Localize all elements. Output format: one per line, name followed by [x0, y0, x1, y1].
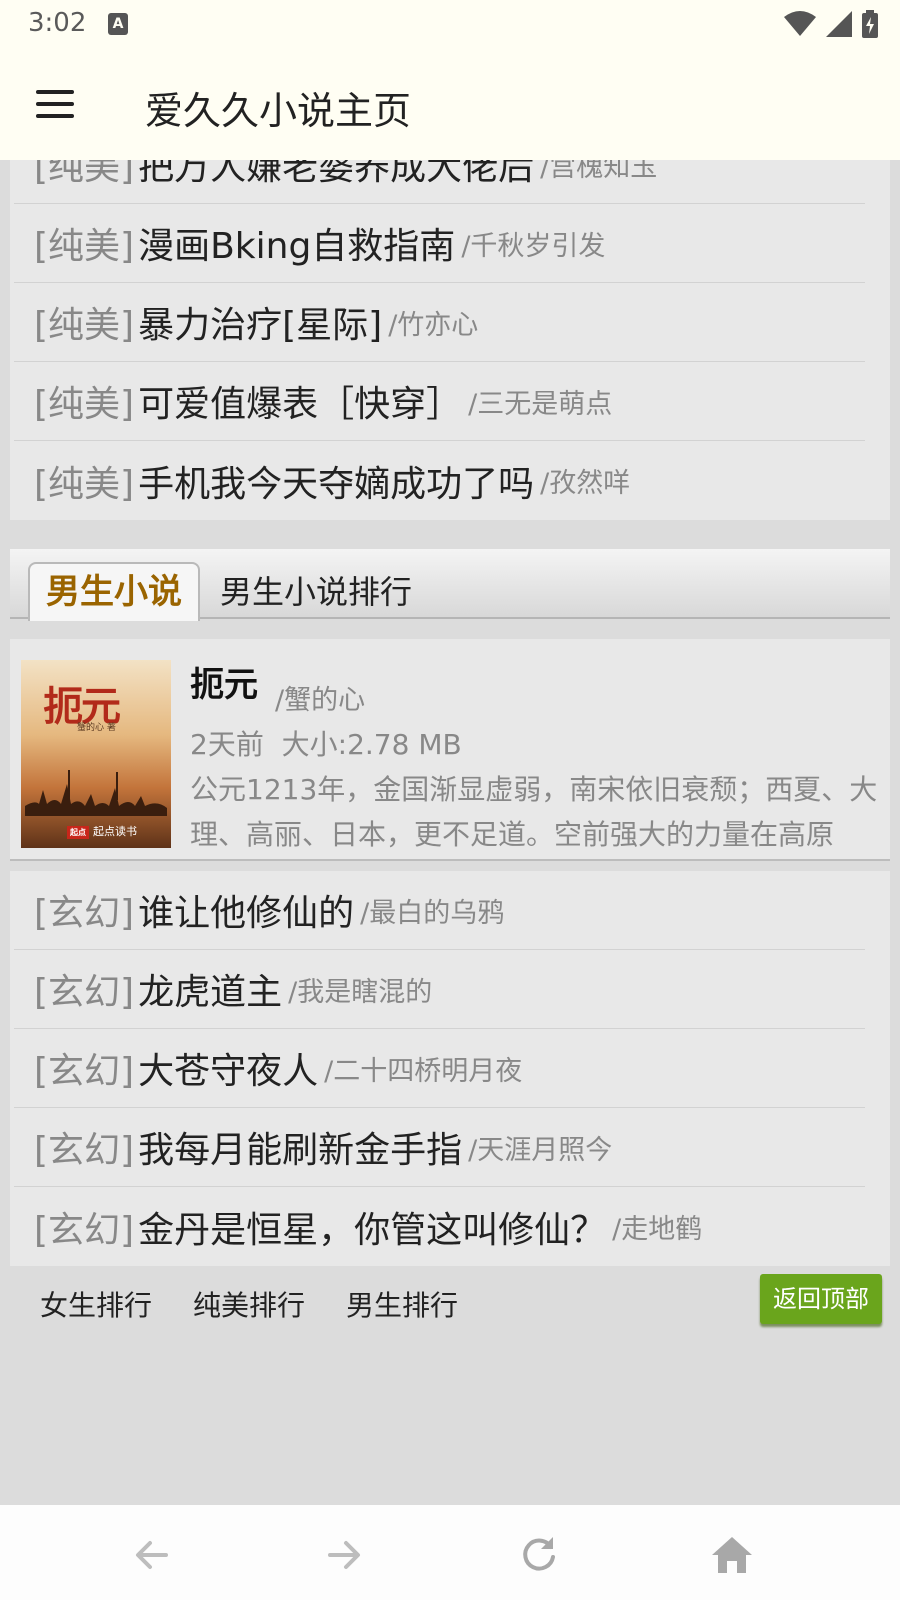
item-author: /宫槐知玉 [540, 160, 658, 183]
item-title[interactable]: 我每月能刷新金手指 [138, 1121, 462, 1173]
app-root: 3:02 A 爱久久小说主页 [纯美] 把万人嫌老婆养成大佬后 /宫槐知玉 [纯… [0, 0, 900, 1600]
item-author: /走地鹤 [612, 1214, 703, 1245]
item-title[interactable]: 金丹是恒星，你管这叫修仙？ [138, 1201, 606, 1253]
item-category: [纯美] [34, 226, 135, 267]
item-title[interactable]: 可爱值爆表［快穿］ [138, 375, 462, 427]
featured-book-description: 公元1213年，金国渐显虚弱，南宋依旧衰颓；西夏、大理、高丽、日本，更不足道。空… [190, 773, 878, 851]
item-category: [玄幻] [34, 1130, 135, 1171]
featured-book-title[interactable]: 扼元 [190, 657, 258, 706]
item-category: [纯美] [34, 160, 135, 188]
back-to-top-button[interactable]: 返回顶部 [760, 1274, 882, 1324]
home-icon[interactable] [710, 1533, 754, 1577]
content-area: [纯美] 把万人嫌老婆养成大佬后 /宫槐知玉 [纯美] 漫画Bking自救指南 … [0, 160, 900, 1505]
list-item[interactable]: [玄幻] 谁让他修仙的 /最白的乌鸦 [14, 871, 865, 950]
update-time: 2天前 [190, 728, 264, 761]
signal-icon [826, 11, 852, 37]
fantasy-novel-list: [玄幻] 谁让他修仙的 /最白的乌鸦 [玄幻] 龙虎道主 /我是瞎混的 [玄幻]… [10, 871, 890, 1266]
item-title[interactable]: 龙虎道主 [138, 963, 282, 1015]
item-title[interactable]: 漫画Bking自救指南 [138, 217, 455, 269]
item-category: [玄幻] [34, 972, 135, 1013]
item-author: /竹亦心 [388, 309, 479, 341]
cover-author-line: 蟹的心 著 [77, 723, 116, 733]
featured-book[interactable]: 扼元 蟹的心 著 起点 起点读书 扼元 /蟹的心 2天前 大小:2.78 MB 公… [10, 639, 890, 861]
item-title[interactable]: 手机我今天夺嫡成功了吗 [138, 455, 534, 507]
list-item[interactable]: [纯美] 手机我今天夺嫡成功了吗 /孜然咩 [14, 441, 865, 520]
cover-publisher-logo: 起点 起点读书 [67, 823, 137, 839]
item-author: /二十四桥明月夜 [324, 1055, 523, 1087]
item-author: /最白的乌鸦 [360, 897, 505, 929]
list-item[interactable]: [纯美] 漫画Bking自救指南 /千秋岁引发 [14, 204, 865, 283]
battery-icon [862, 10, 878, 38]
item-category: [玄幻] [34, 1051, 135, 1092]
link-female-ranking[interactable]: 女生排行 [40, 1284, 152, 1324]
item-title[interactable]: 大苍守夜人 [138, 1042, 318, 1094]
item-author: /天涯月照今 [468, 1134, 613, 1166]
item-title[interactable]: 把万人嫌老婆养成大佬后 [138, 160, 534, 190]
hamburger-menu-icon[interactable] [30, 82, 82, 126]
item-author: /千秋岁引发 [461, 230, 606, 262]
featured-book-meta: 2天前 大小:2.78 MB [190, 723, 462, 763]
item-author: /我是瞎混的 [288, 976, 433, 1008]
pure-novel-list: [纯美] 把万人嫌老婆养成大佬后 /宫槐知玉 [纯美] 漫画Bking自救指南 … [10, 160, 890, 520]
wifi-icon [784, 11, 816, 36]
browser-nav-bar [0, 1505, 900, 1600]
app-bar: 爱久久小说主页 [0, 50, 900, 160]
cover-riders-illustration [25, 770, 167, 816]
link-pure-ranking[interactable]: 纯美排行 [193, 1284, 305, 1324]
item-title[interactable]: 暴力治疗[星际] [138, 296, 382, 348]
page-title: 爱久久小说主页 [145, 89, 412, 133]
item-author: /三无是萌点 [468, 388, 613, 420]
list-item[interactable]: [玄幻] 我每月能刷新金手指 /天涯月照今 [14, 1108, 865, 1187]
list-item[interactable]: [纯美] 可爱值爆表［快穿］ /三无是萌点 [14, 362, 865, 441]
forward-arrow-icon[interactable] [322, 1533, 366, 1577]
item-category: [玄幻] [34, 1209, 135, 1251]
tab-male-novels[interactable]: 男生小说 [28, 562, 200, 621]
item-title[interactable]: 谁让他修仙的 [138, 884, 354, 936]
book-cover-image[interactable]: 扼元 蟹的心 著 起点 起点读书 [21, 660, 171, 848]
featured-book-author: /蟹的心 [275, 685, 366, 716]
status-bar: 3:02 A [0, 0, 900, 50]
item-category: [纯美] [34, 463, 135, 505]
item-category: [纯美] [34, 305, 135, 346]
status-icons [784, 10, 878, 38]
list-item[interactable]: [玄幻] 大苍守夜人 /二十四桥明月夜 [14, 1029, 865, 1108]
notification-icon: A [108, 13, 128, 35]
section-tabs: 男生小说 男生小说排行 [10, 549, 890, 621]
list-item[interactable]: [纯美] 把万人嫌老婆养成大佬后 /宫槐知玉 [14, 160, 865, 204]
tab-male-novel-ranking[interactable]: 男生小说排行 [220, 567, 412, 613]
list-item[interactable]: [玄幻] 金丹是恒星，你管这叫修仙？ /走地鹤 [14, 1187, 865, 1266]
item-author: /孜然咩 [540, 468, 631, 499]
link-male-ranking[interactable]: 男生排行 [346, 1284, 458, 1324]
status-time: 3:02 [28, 8, 87, 38]
refresh-icon[interactable] [517, 1533, 561, 1577]
item-category: [玄幻] [34, 893, 135, 934]
back-arrow-icon[interactable] [130, 1533, 174, 1577]
list-item[interactable]: [玄幻] 龙虎道主 /我是瞎混的 [14, 950, 865, 1029]
file-size: 大小:2.78 MB [281, 728, 462, 761]
item-category: [纯美] [34, 384, 135, 425]
footer-links: 女生排行 纯美排行 男生排行 返回顶部 [0, 1272, 900, 1332]
list-item[interactable]: [纯美] 暴力治疗[星际] /竹亦心 [14, 283, 865, 362]
